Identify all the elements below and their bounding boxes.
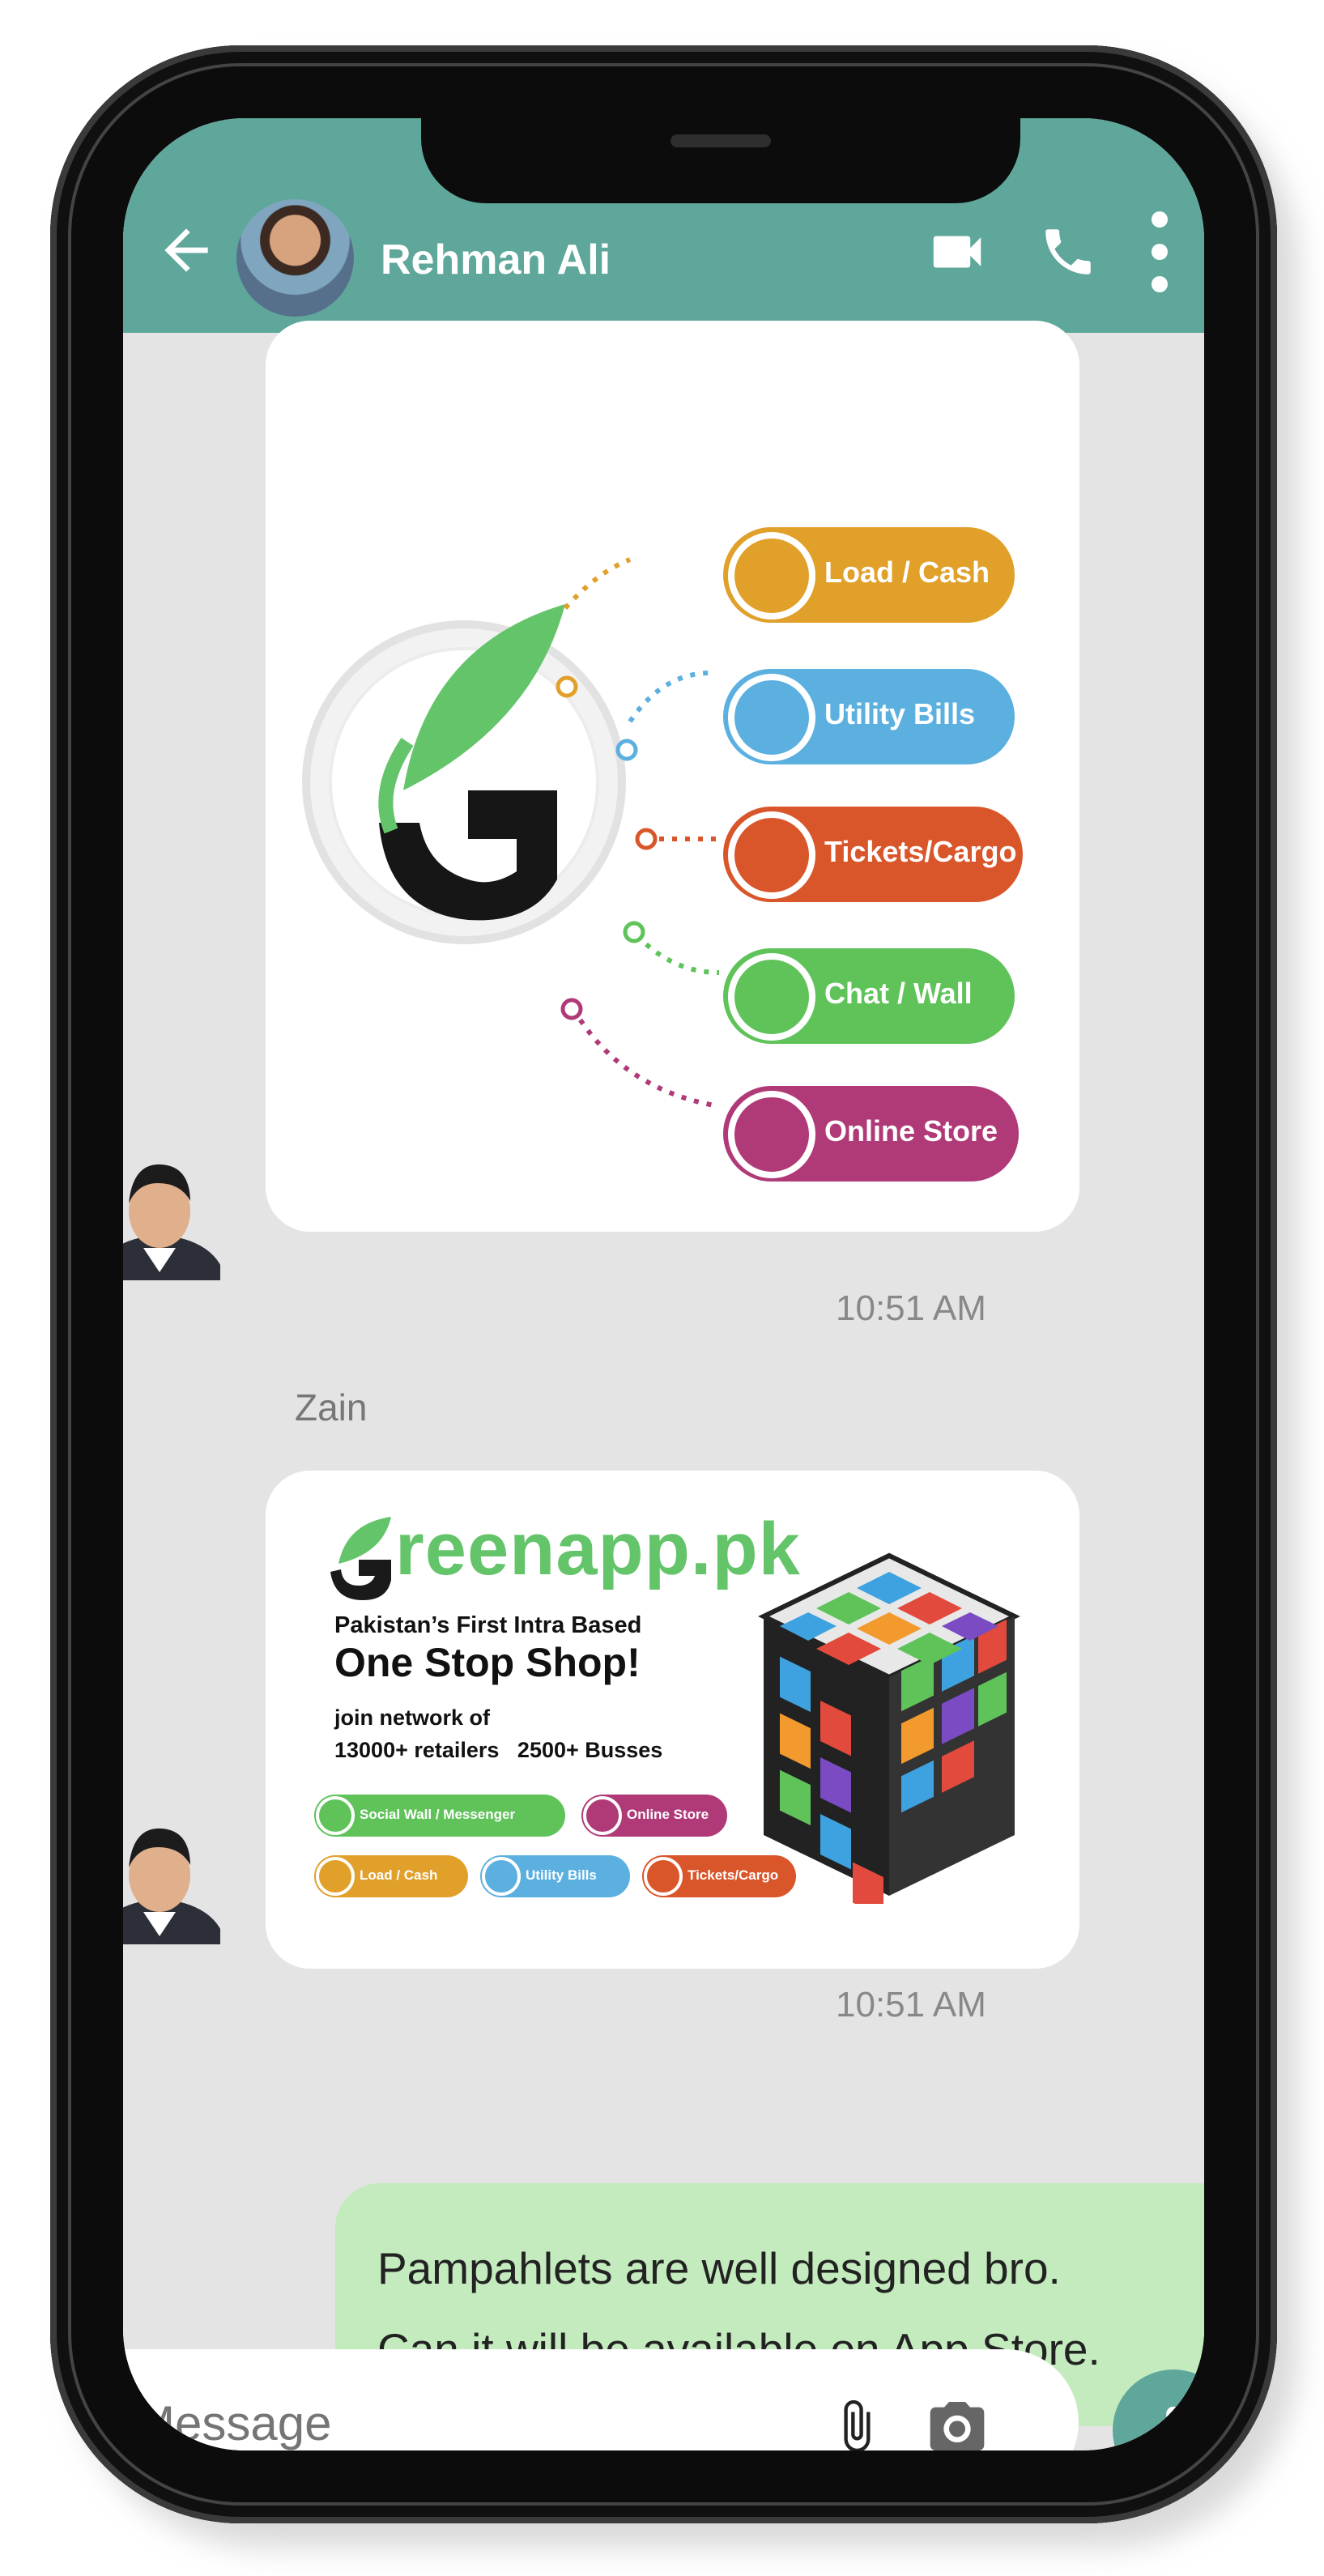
pill-label: Utility Bills xyxy=(526,1867,597,1883)
headline: One Stop Shop! xyxy=(334,1640,641,1685)
pill-label: Tickets/Cargo xyxy=(824,835,1017,868)
speaker-grille xyxy=(671,134,771,147)
video-call-icon[interactable] xyxy=(921,215,994,288)
tagline: Pakistan’s First Intra Based xyxy=(334,1612,642,1638)
message-input[interactable] xyxy=(133,2378,784,2450)
camera-icon[interactable] xyxy=(921,2394,994,2450)
pill-ring-icon xyxy=(644,1857,683,1896)
pill-label: Utility Bills xyxy=(824,697,976,730)
service-pill: Social Wall / Messenger xyxy=(314,1795,565,1837)
sender-avatar[interactable] xyxy=(123,1159,220,1280)
greenapp-logo-icon xyxy=(322,1515,395,1604)
pill-ring-icon xyxy=(583,1796,622,1835)
network-line: join network of xyxy=(334,1705,490,1730)
service-pill: Utility Bills xyxy=(480,1855,630,1897)
network-stats: 13000+ retailers 2500+ Busses xyxy=(334,1738,663,1762)
message-time: 10:51 AM xyxy=(836,1985,986,2025)
pill-ring-icon xyxy=(728,1091,815,1178)
phone-icon[interactable] xyxy=(1032,215,1105,288)
pill-label: Online Store xyxy=(627,1807,709,1822)
attachment-icon[interactable] xyxy=(828,2394,884,2450)
pill-ring-icon xyxy=(316,1796,355,1835)
chat-screen: Rehman Ali Load / Cash Utility Bills Tic… xyxy=(123,118,1204,2450)
pill-ring-icon xyxy=(728,674,815,761)
back-arrow-icon[interactable] xyxy=(147,211,224,288)
pill-ring-icon xyxy=(728,532,815,620)
phone-notch xyxy=(421,118,1020,203)
more-vert-icon[interactable] xyxy=(1135,211,1184,292)
pill-ring-icon xyxy=(316,1857,355,1896)
sender-name: Zain xyxy=(295,1386,368,1429)
app-cube-graphic xyxy=(756,1548,1023,1918)
pill-ring-icon xyxy=(728,953,815,1041)
message-time: 10:51 AM xyxy=(836,1288,986,1328)
pill-label: Load / Cash xyxy=(360,1867,438,1883)
pill-ring-icon xyxy=(482,1857,521,1896)
brand-name: reenapp.pk xyxy=(395,1508,801,1590)
message-composer xyxy=(123,2349,1079,2450)
pill-label: Online Store xyxy=(824,1114,998,1147)
service-pill: Tickets/Cargo xyxy=(723,807,1023,902)
service-pill: Chat / Wall xyxy=(723,948,1015,1044)
service-pill: Load / Cash xyxy=(723,527,1015,623)
pill-ring-icon xyxy=(728,811,815,899)
pill-label: Chat / Wall xyxy=(824,977,973,1010)
contact-name[interactable]: Rehman Ali xyxy=(381,236,611,284)
pill-label: Social Wall / Messenger xyxy=(360,1807,516,1822)
service-pill: Utility Bills xyxy=(723,669,1015,764)
sender-avatar[interactable] xyxy=(123,1823,220,1944)
contact-avatar[interactable] xyxy=(236,199,354,317)
message-list: Load / Cash Utility Bills Tickets/Cargo … xyxy=(123,321,1204,2450)
service-pill: Online Store xyxy=(723,1086,1019,1182)
service-pill: Online Store xyxy=(581,1795,727,1837)
phone-frame: Rehman Ali Load / Cash Utility Bills Tic… xyxy=(50,45,1277,2523)
image-message[interactable]: Load / Cash Utility Bills Tickets/Cargo … xyxy=(266,321,1079,1232)
service-pill: Load / Cash xyxy=(314,1855,468,1897)
pill-label: Load / Cash xyxy=(824,556,990,589)
image-message[interactable]: reenapp.pk Pakistan’s First Intra Based … xyxy=(266,1471,1079,1969)
